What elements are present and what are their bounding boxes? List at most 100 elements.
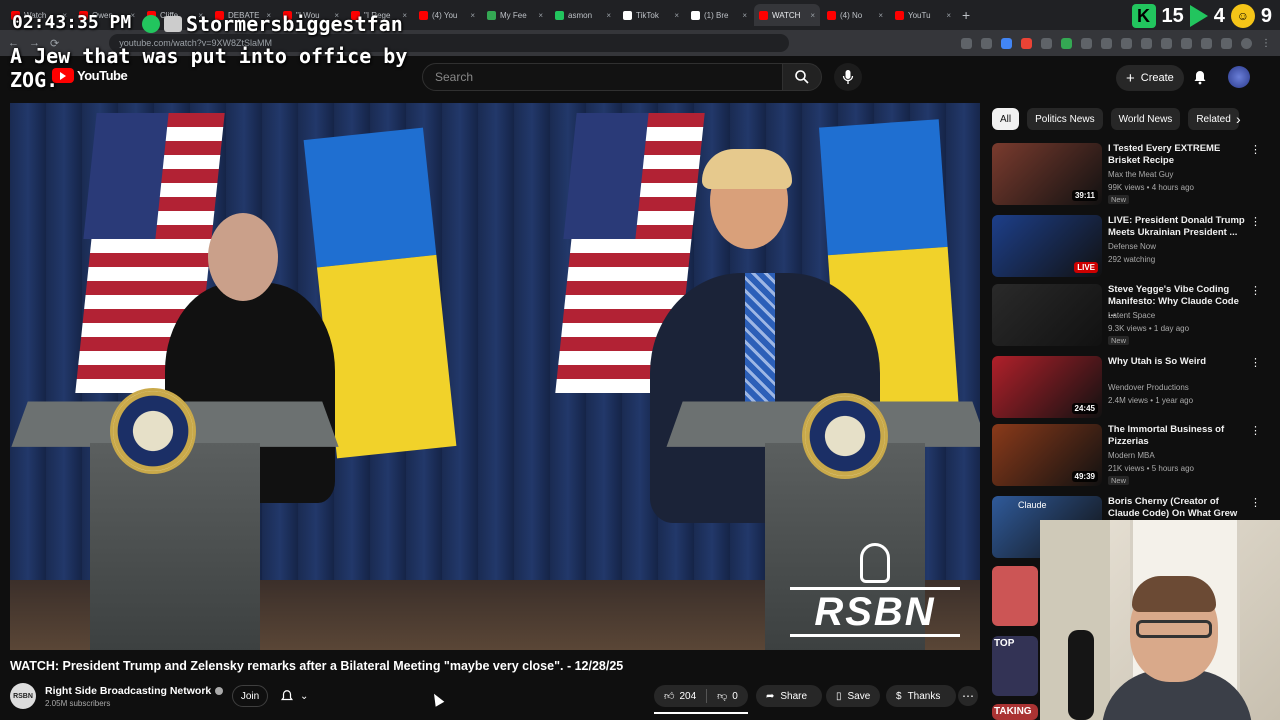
recommendation-thumbnail[interactable] bbox=[992, 566, 1038, 626]
tab-close-icon[interactable]: × bbox=[878, 11, 883, 20]
rsbn-watermark: RSBN bbox=[790, 543, 960, 639]
tab-close-icon[interactable]: × bbox=[402, 11, 407, 20]
recommendation-thumbnail[interactable]: LIVE bbox=[992, 215, 1102, 277]
extension-icon[interactable] bbox=[1181, 37, 1192, 49]
duration-badge: 24:45 bbox=[1071, 403, 1098, 414]
tab-close-icon[interactable]: × bbox=[946, 11, 951, 20]
account-avatar[interactable] bbox=[1228, 66, 1250, 88]
more-actions-button[interactable]: ⋯ bbox=[958, 686, 978, 706]
microphone-icon bbox=[842, 70, 854, 84]
browser-tab[interactable]: TikTok × bbox=[618, 4, 684, 26]
search-button[interactable] bbox=[782, 63, 822, 91]
notifications-bell-icon[interactable] bbox=[1192, 69, 1208, 85]
channel-avatar[interactable]: RSBN bbox=[10, 683, 36, 709]
dislike-button[interactable]: 👎︎ 0 bbox=[707, 685, 748, 707]
extension-icon[interactable] bbox=[1001, 37, 1012, 49]
play-icon bbox=[142, 15, 160, 33]
left-speaker-head bbox=[208, 213, 278, 301]
duration-badge: 49:39 bbox=[1071, 471, 1098, 482]
recommendation-channel: Wendover Productions bbox=[1108, 383, 1189, 392]
more-options-icon[interactable]: ⋮ bbox=[1250, 356, 1261, 369]
extension-icon[interactable] bbox=[961, 37, 972, 49]
tab-label: My Fee bbox=[500, 10, 527, 20]
tab-close-icon[interactable]: × bbox=[674, 11, 679, 20]
share-button[interactable]: ➦ Share bbox=[756, 685, 822, 707]
recommendation-meta: 99K views • 4 hours ago bbox=[1108, 183, 1194, 192]
extension-icon[interactable] bbox=[1201, 37, 1212, 49]
stream-caption-overlay: A Jew that was put into office by ZOG. bbox=[10, 44, 408, 92]
browser-tab[interactable]: My Fee × bbox=[482, 4, 548, 26]
recommendation-item[interactable]: 49:39 The Immortal Business of Pizzerias M… bbox=[992, 424, 1261, 488]
recommendation-thumbnail[interactable] bbox=[992, 284, 1102, 346]
extension-icon[interactable] bbox=[1221, 37, 1232, 49]
search-input[interactable]: Search bbox=[422, 63, 784, 91]
recommendation-item[interactable]: 24:45 Why Utah is So Weird Wendover Produc… bbox=[992, 356, 1261, 420]
webcam-microphone bbox=[1068, 630, 1094, 720]
channel-name[interactable]: Right Side Broadcasting Network bbox=[45, 685, 211, 697]
create-button[interactable]: + Create bbox=[1116, 65, 1184, 91]
more-options-icon[interactable]: ⋮ bbox=[1250, 215, 1261, 228]
profile-icon[interactable] bbox=[1241, 37, 1252, 49]
tab-label: YouTu bbox=[908, 10, 931, 20]
browser-menu-icon[interactable]: ⋮ bbox=[1261, 38, 1272, 49]
chip-world-news[interactable]: World News bbox=[1110, 108, 1181, 130]
tab-close-icon[interactable]: × bbox=[742, 11, 747, 20]
recommendation-thumbnail[interactable]: 24:45 bbox=[992, 356, 1102, 418]
chevron-right-icon[interactable]: › bbox=[1236, 111, 1241, 127]
tab-close-icon[interactable]: × bbox=[470, 11, 475, 20]
thumbnail-text: TAKING bbox=[994, 706, 1032, 717]
extension-icon[interactable] bbox=[1161, 37, 1172, 49]
extension-icon[interactable] bbox=[1061, 37, 1072, 49]
recommendation-thumbnail[interactable]: TOP bbox=[992, 636, 1038, 696]
recommendation-item[interactable]: Steve Yegge's Vibe Coding Manifesto: Why… bbox=[992, 284, 1261, 348]
extension-icon[interactable] bbox=[1121, 37, 1132, 49]
extension-icon[interactable] bbox=[1081, 37, 1092, 49]
extension-icon[interactable] bbox=[1041, 37, 1052, 49]
extension-icon[interactable] bbox=[1141, 37, 1152, 49]
extension-icon[interactable] bbox=[1101, 37, 1112, 49]
recommendation-thumbnail[interactable]: TAKING bbox=[992, 704, 1038, 720]
more-options-icon[interactable]: ⋮ bbox=[1250, 496, 1261, 509]
extensions-toolbar: ⋮ bbox=[961, 37, 1272, 49]
recommendation-item[interactable]: LIVE LIVE: President Donald Trump Meets U… bbox=[992, 215, 1261, 279]
more-options-icon[interactable]: ⋮ bbox=[1250, 424, 1261, 437]
browser-tab[interactable]: (4) No × bbox=[822, 4, 888, 26]
thanks-button[interactable]: $ Thanks bbox=[886, 685, 956, 707]
tab-close-icon[interactable]: × bbox=[606, 11, 611, 20]
recommendation-thumbnail[interactable]: 49:39 bbox=[992, 424, 1102, 486]
thanks-label: Thanks bbox=[907, 690, 941, 702]
tab-close-icon[interactable]: × bbox=[538, 11, 543, 20]
channel-name-row[interactable]: Right Side Broadcasting Network bbox=[45, 685, 224, 697]
extension-icon[interactable] bbox=[1021, 37, 1032, 49]
browser-tab[interactable]: (1) Bre × bbox=[686, 4, 752, 26]
chip-all[interactable]: All bbox=[992, 108, 1020, 130]
stream-username-overlay: Stormersbiggestfan bbox=[142, 12, 403, 36]
bookmark-star-icon[interactable] bbox=[981, 37, 992, 49]
browser-tab[interactable]: asmon × bbox=[550, 4, 616, 26]
new-tab-icon[interactable]: + bbox=[962, 7, 970, 23]
browser-tab[interactable]: (4) You × bbox=[414, 4, 480, 26]
recommendation-item[interactable]: 39:11 I Tested Every EXTREME Brisket Reci… bbox=[992, 143, 1261, 207]
join-button[interactable]: Join bbox=[232, 685, 268, 707]
browser-tab[interactable]: YouTu × bbox=[890, 4, 956, 26]
filter-chips: All Politics News World News Related bbox=[992, 108, 1239, 130]
recommendation-channel: Latent Space bbox=[1108, 311, 1156, 320]
recommendation-channel: Defense Now bbox=[1108, 242, 1157, 251]
create-label: Create bbox=[1140, 72, 1174, 84]
tab-favicon-icon bbox=[759, 10, 768, 20]
browser-tab[interactable]: WATCH × bbox=[754, 4, 820, 26]
recommendation-thumbnail[interactable]: 39:11 bbox=[992, 143, 1102, 205]
chip-related[interactable]: Related bbox=[1188, 108, 1239, 130]
video-player[interactable]: RSBN bbox=[10, 103, 980, 650]
tab-favicon-icon bbox=[487, 10, 496, 20]
plus-icon: + bbox=[1126, 69, 1135, 87]
tab-close-icon[interactable]: × bbox=[810, 11, 815, 20]
save-button[interactable]: ▯ Save bbox=[826, 685, 880, 707]
voice-search-button[interactable] bbox=[834, 63, 862, 91]
subscription-bell-button[interactable]: ⌄ bbox=[280, 686, 308, 706]
like-progress-underline bbox=[654, 712, 748, 714]
more-options-icon[interactable]: ⋮ bbox=[1250, 284, 1261, 297]
chip-politics-news[interactable]: Politics News bbox=[1027, 108, 1103, 130]
more-options-icon[interactable]: ⋮ bbox=[1250, 143, 1261, 156]
like-button[interactable]: 👍︎ 204 bbox=[654, 685, 706, 707]
